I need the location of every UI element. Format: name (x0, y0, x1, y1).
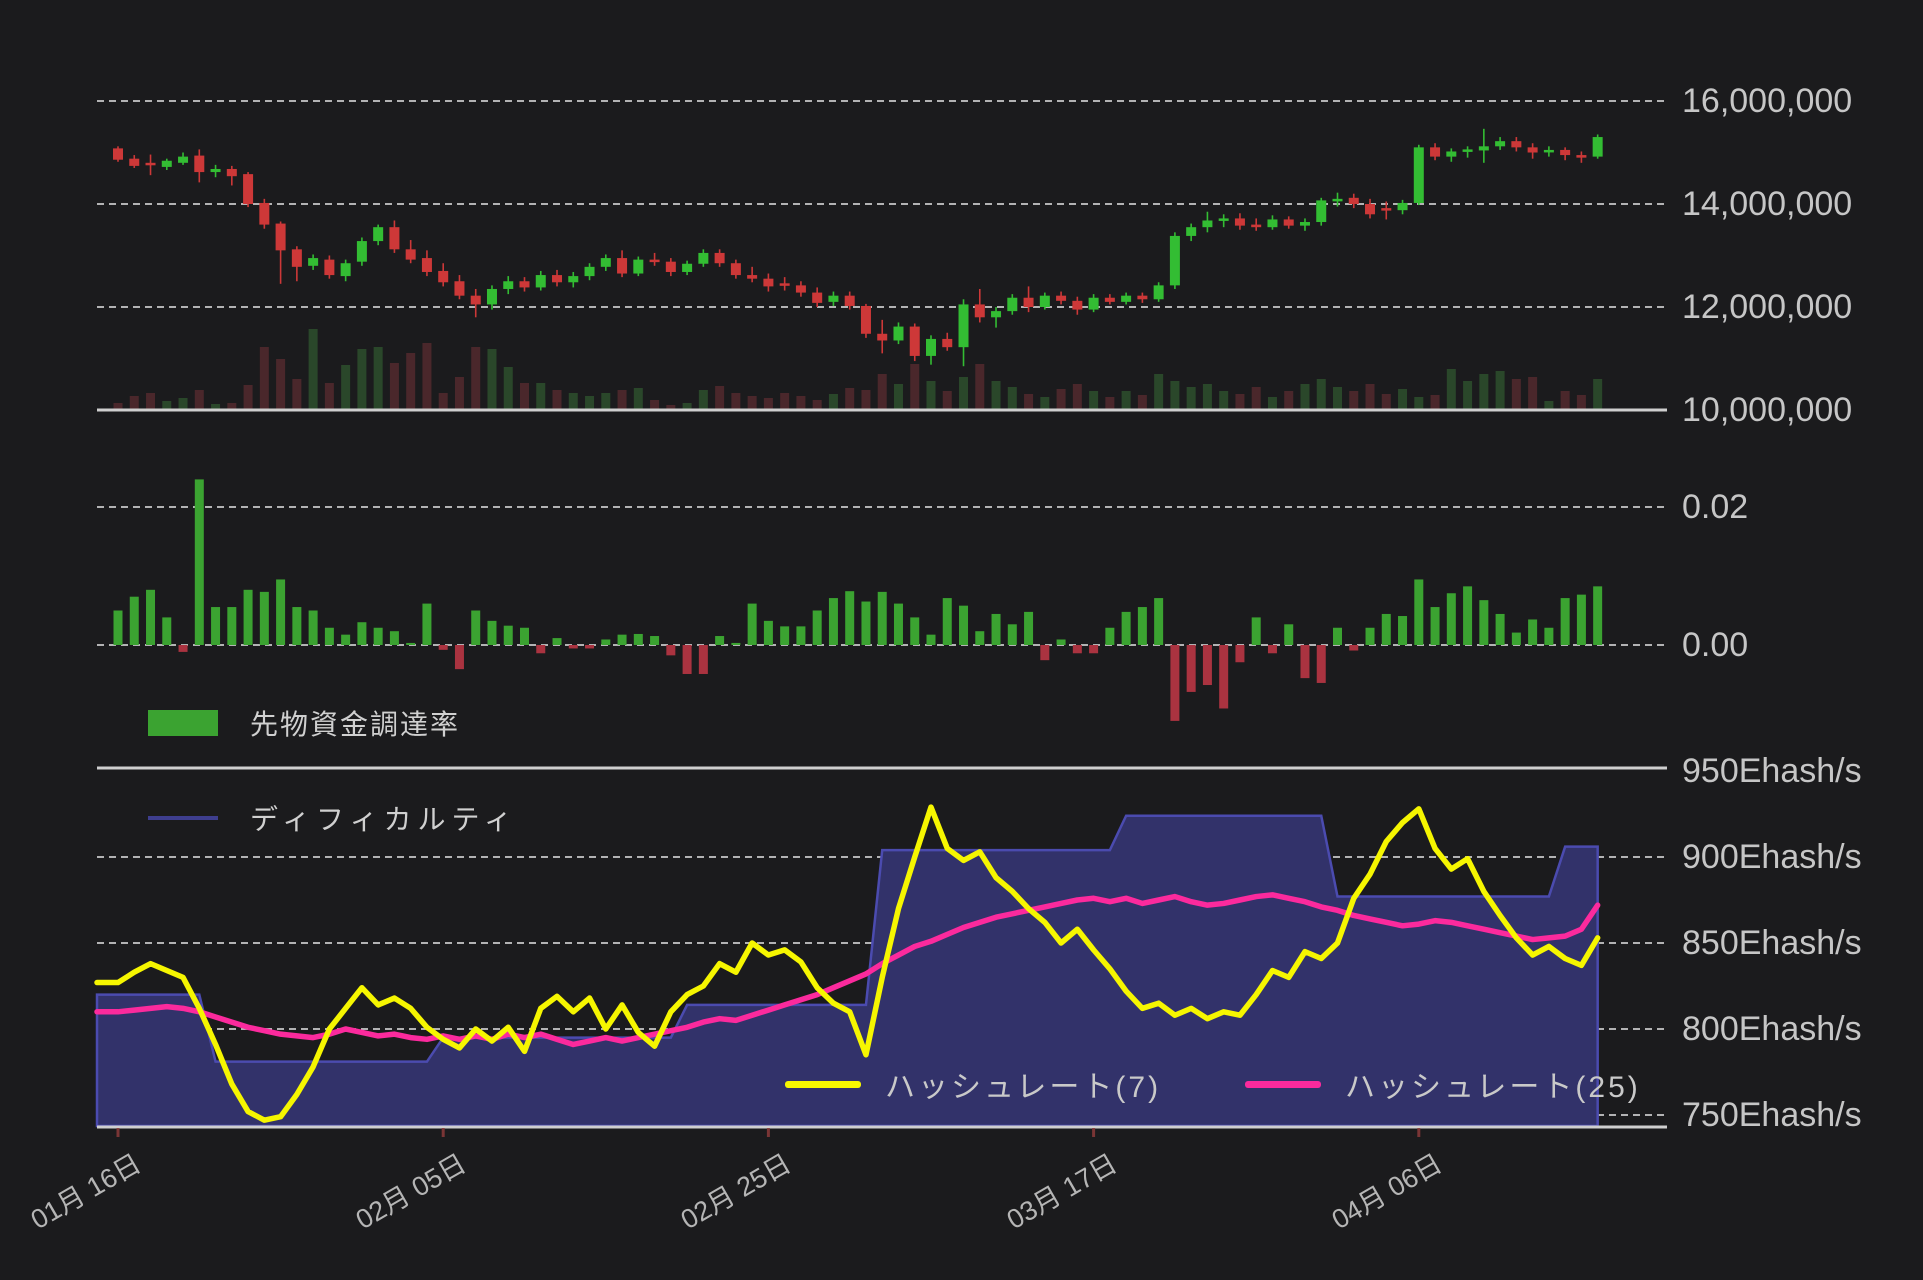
y-axis-label: 800Ehash/s (1682, 1012, 1862, 1046)
y-axis-label: 12,000,000 (1682, 290, 1852, 324)
y-axis-label: 10,000,000 (1682, 393, 1852, 427)
crypto-chart-page: 先物資金調達率 ディフィカルティ ハッシュレート(7) ハッシュレート(25) … (0, 0, 1923, 1280)
y-axis-label: 14,000,000 (1682, 187, 1852, 221)
hashrate25-legend-label: ハッシュレート(25) (1345, 1062, 1641, 1106)
y-axis-label: 950Ehash/s (1682, 754, 1862, 788)
y-axis-label: 0.00 (1682, 628, 1748, 662)
y-axis-label: 850Ehash/s (1682, 926, 1862, 960)
hashrate7-legend-line-icon (785, 1081, 861, 1088)
y-axis-label: 16,000,000 (1682, 84, 1852, 118)
hashrate25-legend[interactable]: ハッシュレート(25) (1245, 1062, 1641, 1106)
y-axis-label: 900Ehash/s (1682, 840, 1862, 874)
y-axis-label: 750Ehash/s (1682, 1098, 1862, 1132)
difficulty-legend-line-icon (148, 816, 218, 820)
hashrate7-legend-label: ハッシュレート(7) (885, 1062, 1161, 1106)
difficulty-legend[interactable]: ディフィカルティ (148, 798, 518, 838)
y-axis-label: 0.02 (1682, 490, 1748, 524)
funding-legend-label: 先物資金調達率 (250, 703, 460, 743)
difficulty-legend-label: ディフィカルティ (250, 798, 518, 838)
hashrate7-legend[interactable]: ハッシュレート(7) (785, 1062, 1161, 1106)
funding-legend[interactable]: 先物資金調達率 (148, 703, 460, 743)
hashrate25-legend-line-icon (1245, 1081, 1321, 1088)
funding-legend-swatch (148, 710, 218, 736)
